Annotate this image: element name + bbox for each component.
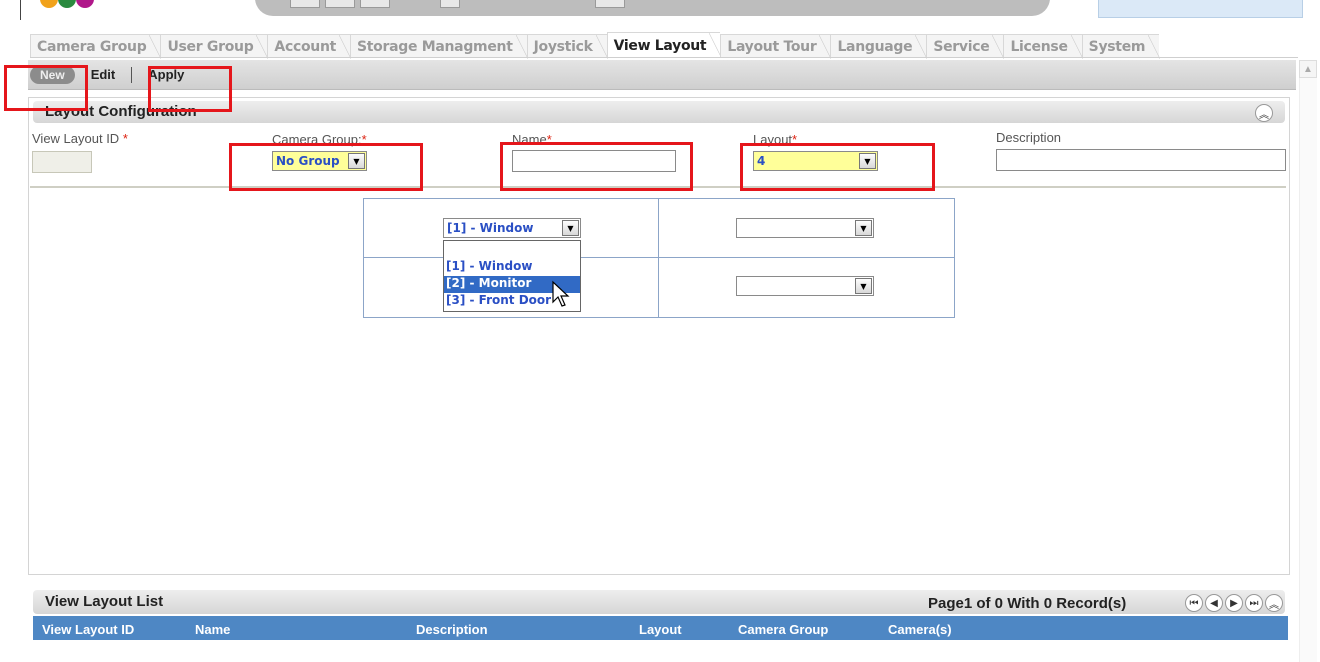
tab-language[interactable]: Language [830, 34, 928, 59]
grid-cell-2-camera-select[interactable]: ▼ [736, 218, 874, 238]
view-layout-list-title: View Layout List [45, 593, 164, 610]
banner-search-box[interactable] [1098, 0, 1303, 18]
tab-license[interactable]: License [1003, 34, 1083, 59]
tab-system[interactable]: System [1081, 34, 1160, 59]
banner-tool-icon[interactable] [595, 0, 625, 8]
tab-layout-tour[interactable]: Layout Tour [720, 34, 832, 59]
grid-vertical-line [658, 199, 659, 317]
column-header-view-layout-id[interactable]: View Layout ID [42, 622, 134, 637]
tab-camera-group[interactable]: Camera Group [30, 34, 162, 59]
tab-baseline [30, 57, 1298, 58]
tab-account[interactable]: Account [267, 34, 351, 59]
banner-divider [20, 0, 21, 20]
scroll-up-arrow-icon[interactable]: ▲ [1299, 60, 1317, 78]
annotation-box-new [4, 65, 88, 111]
chevron-down-icon[interactable]: ▼ [855, 278, 872, 294]
tab-user-group[interactable]: User Group [160, 34, 269, 59]
banner-tool-icon[interactable] [440, 0, 460, 8]
column-header-layout[interactable]: Layout [639, 622, 682, 637]
edit-button[interactable]: Edit [91, 67, 116, 82]
column-header-cameras[interactable]: Camera(s) [888, 622, 952, 637]
tab-view-layout[interactable]: View Layout [606, 32, 722, 58]
vertical-scrollbar[interactable] [1299, 78, 1317, 662]
annotation-box-layout [740, 143, 935, 191]
first-page-icon[interactable]: ⏮ [1185, 594, 1203, 612]
annotation-box-camera-group [229, 143, 423, 191]
annotation-box-apply [148, 66, 232, 112]
banner-tool-icon[interactable] [360, 0, 390, 8]
view-layout-id-label: View Layout ID * [32, 131, 128, 146]
top-banner-strip [0, 0, 1320, 22]
mouse-pointer-icon [552, 280, 570, 307]
description-input[interactable] [996, 149, 1286, 171]
toolbar-divider [131, 66, 133, 83]
banner-tool-icon[interactable] [325, 0, 355, 8]
double-chevron-up-icon[interactable]: ︽ [1265, 594, 1283, 612]
grid-cell-1-camera-select[interactable]: [1] - Window ▼ [443, 218, 581, 238]
tab-joystick[interactable]: Joystick [526, 34, 608, 59]
logo-icon-part [76, 0, 94, 8]
main-tab-bar: Camera Group User Group Account Storage … [30, 32, 1160, 59]
chevron-down-icon[interactable]: ▼ [855, 220, 872, 236]
column-header-name[interactable]: Name [195, 622, 230, 637]
description-label: Description [996, 130, 1062, 145]
next-page-icon[interactable]: ▶ [1225, 594, 1243, 612]
dropdown-option[interactable]: [1] - Window [444, 259, 580, 276]
banner-tool-icon[interactable] [290, 0, 320, 8]
column-header-camera-group[interactable]: Camera Group [738, 622, 828, 637]
annotation-box-name [500, 142, 693, 191]
view-layout-id-field [32, 151, 92, 173]
column-header-description[interactable]: Description [416, 622, 488, 637]
grid-cell-1-value: [1] - Window [447, 221, 534, 235]
pager-status: Page1 of 0 With 0 Record(s) [928, 595, 1127, 612]
previous-page-icon[interactable]: ◀ [1205, 594, 1223, 612]
double-chevron-up-icon[interactable]: ︽ [1255, 104, 1273, 122]
tab-service[interactable]: Service [926, 34, 1005, 59]
grid-cell-4-camera-select[interactable]: ▼ [736, 276, 874, 296]
tab-storage-management[interactable]: Storage Managment [350, 34, 528, 59]
last-page-icon[interactable]: ⏭ [1245, 594, 1263, 612]
chevron-down-icon[interactable]: ▼ [562, 220, 579, 236]
logo-icon [40, 0, 58, 8]
logo-icon-part [58, 0, 76, 8]
